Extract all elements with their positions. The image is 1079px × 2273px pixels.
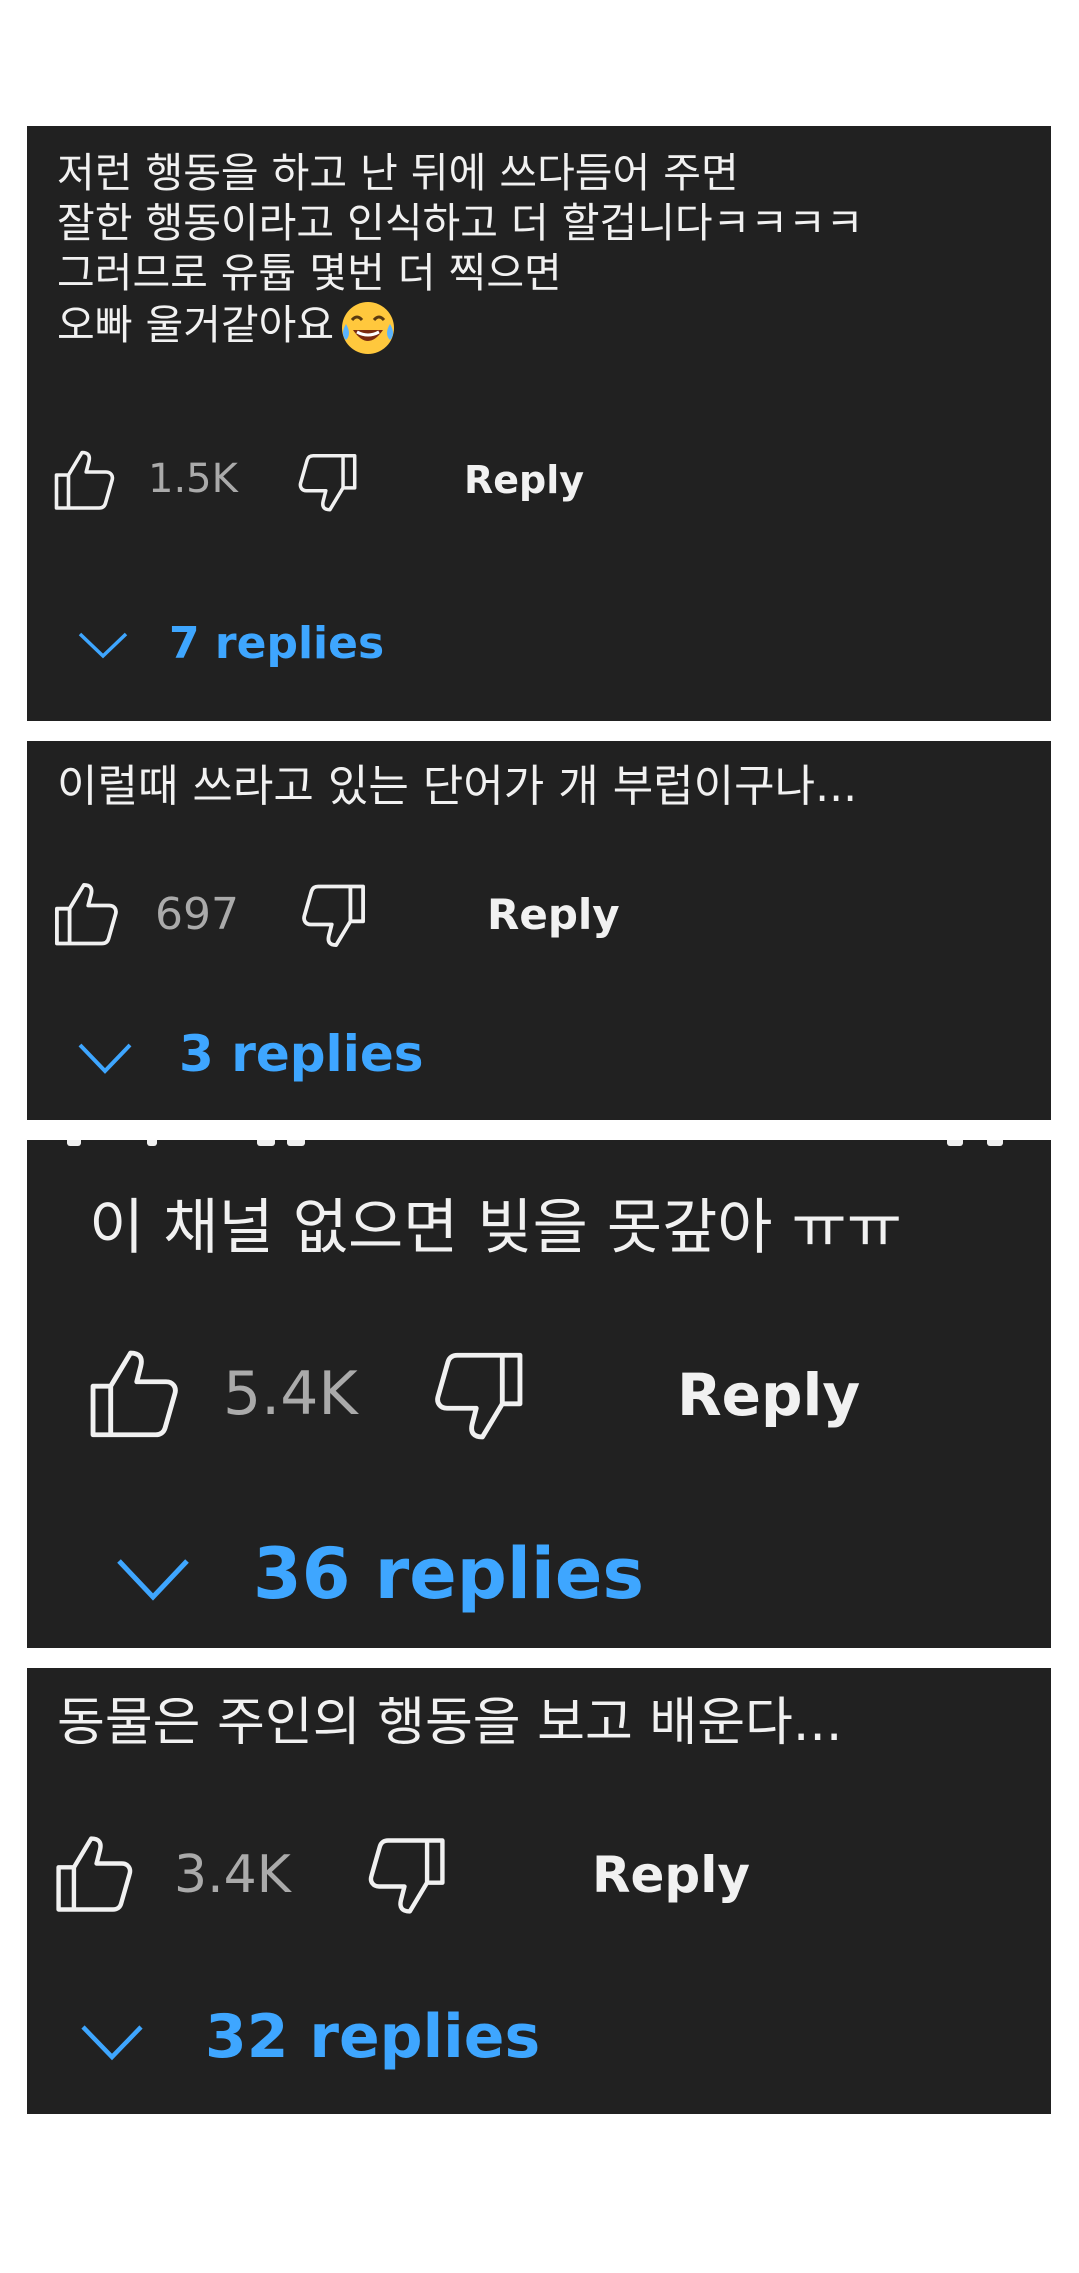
- reply-button[interactable]: Reply: [464, 458, 584, 502]
- comment-line: 이럴때 쓰라고 있는 단어가 개 부럽이구나...: [57, 761, 858, 812]
- chevron-down-icon: [78, 1043, 132, 1074]
- chevron-down-icon: [81, 2025, 143, 2061]
- comment-text: 저런 행동을 하고 난 뒤에 쓰다듬어 주면 잘한 행동이라고 인식하고 더 할…: [57, 148, 864, 358]
- like-button[interactable]: [49, 444, 121, 518]
- comment-card: 이 채널 없으면 빚을 못갚아 ㅠㅠ 5.4K Reply 36 replies: [27, 1140, 1051, 1648]
- comment-line: 그러므로 유튭 몇번 더 찍으면: [57, 249, 562, 297]
- replies-count-label[interactable]: 3 replies: [179, 1025, 424, 1083]
- comment-line: 동물은 주인의 행동을 보고 배운다...: [57, 1693, 843, 1753]
- like-button[interactable]: [49, 876, 125, 954]
- like-count: 1.5K: [148, 456, 238, 502]
- reply-button[interactable]: Reply: [487, 890, 620, 939]
- like-count: 697: [155, 889, 239, 940]
- comment-text: 이럴때 쓰라고 있는 단어가 개 부럽이구나...: [57, 757, 857, 817]
- comment-card: 이럴때 쓰라고 있는 단어가 개 부럽이구나... 697 Reply 3 re…: [27, 741, 1051, 1120]
- cropped-text-remnant: [27, 1140, 1051, 1148]
- comment-text: 이 채널 없으면 빚을 못갚아 ㅠㅠ: [89, 1188, 902, 1268]
- replies-count-label[interactable]: 7 replies: [169, 618, 384, 669]
- comment-card: 동물은 주인의 행동을 보고 배운다... 3.4K Reply 32 repl…: [27, 1668, 1051, 2114]
- comment-card: 저런 행동을 하고 난 뒤에 쓰다듬어 주면 잘한 행동이라고 인식하고 더 할…: [27, 126, 1051, 721]
- comment-line: 이 채널 없으면 빚을 못갚아 ㅠㅠ: [89, 1193, 902, 1263]
- replies-count-label[interactable]: 36 replies: [253, 1533, 644, 1615]
- comment-line: 저런 행동을 하고 난 뒤에 쓰다듬어 주면: [57, 149, 739, 197]
- chevron-down-icon: [78, 632, 128, 659]
- replies-count-label[interactable]: 32 replies: [205, 2002, 540, 2072]
- reply-button[interactable]: Reply: [592, 1846, 750, 1904]
- reply-button[interactable]: Reply: [677, 1361, 860, 1429]
- dislike-button[interactable]: [292, 446, 362, 518]
- comment-text: 동물은 주인의 행동을 보고 배운다...: [57, 1688, 842, 1758]
- like-button[interactable]: [82, 1341, 188, 1449]
- laughing-tears-emoji: [342, 302, 395, 354]
- dislike-button[interactable]: [295, 876, 371, 954]
- chevron-down-icon: [117, 1559, 189, 1601]
- like-count: 3.4K: [174, 1845, 291, 1905]
- dislike-button[interactable]: [425, 1341, 531, 1449]
- dislike-button[interactable]: [360, 1828, 452, 1922]
- like-count: 5.4K: [223, 1359, 358, 1429]
- like-button[interactable]: [49, 1828, 141, 1922]
- comment-line: 잘한 행동이라고 인식하고 더 할겁니다ㅋㅋㅋㅋ: [57, 199, 864, 247]
- comment-line: 오빠 울거같아요: [57, 298, 864, 358]
